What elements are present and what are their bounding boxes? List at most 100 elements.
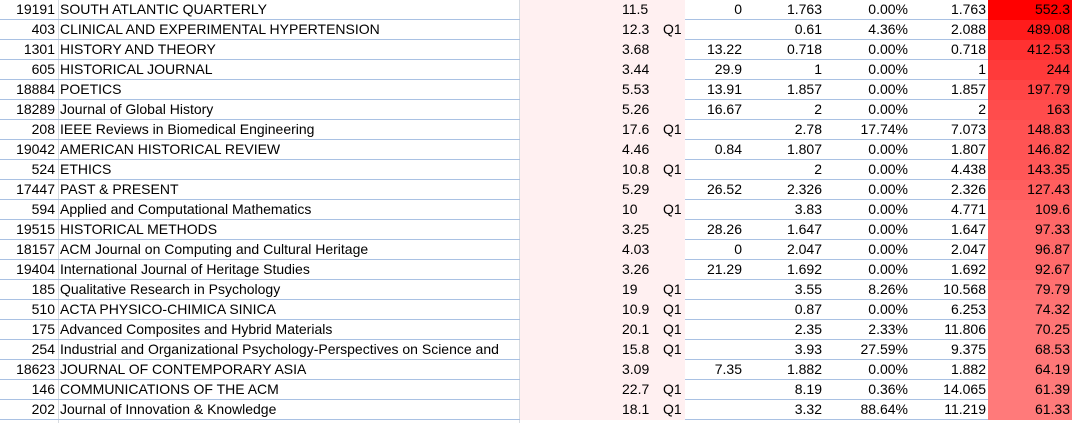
cell-id[interactable]: 1301	[0, 40, 57, 60]
cell-heat-value[interactable]: 146.82	[988, 140, 1072, 160]
cell-value-5[interactable]: 0.718	[910, 40, 988, 60]
cell-journal-name[interactable]: ETHICS	[59, 160, 519, 180]
cell-heat-value[interactable]: 64.19	[988, 360, 1072, 380]
table-row[interactable]: 605 HISTORICAL JOURNAL 3.44 29.9 1 0.00% 1 244	[0, 60, 1072, 80]
cell-impact-factor[interactable]: 22.7 Q1	[520, 380, 685, 400]
cell-percent[interactable]: 0.00%	[825, 300, 910, 320]
table-row[interactable]: 510 ACTA PHYSICO-CHIMICA SINICA 10.9 Q1 0.87…	[0, 300, 1072, 320]
cell-value-5[interactable]: 11.219	[910, 400, 988, 420]
cell-id[interactable]: 208	[0, 120, 57, 140]
table-row[interactable]: 594 Applied and Computational Mathematics…	[0, 200, 1072, 220]
cell-id[interactable]: 18623	[0, 360, 57, 380]
cell-percent[interactable]: 0.00%	[825, 60, 910, 80]
cell-value-5[interactable]: 1.882	[910, 360, 988, 380]
cell-value-5[interactable]: 1.763	[910, 0, 988, 20]
cell-value-2[interactable]: 16.67	[685, 100, 745, 120]
cell-id[interactable]: 17447	[0, 180, 57, 200]
cell-value-5[interactable]: 10.568	[910, 280, 988, 300]
cell-heat-value[interactable]: 143.35	[988, 160, 1072, 180]
table-row[interactable]: 1301 HISTORY AND THEORY 3.68 13.22 0.718 0.00…	[0, 40, 1072, 60]
table-row[interactable]: 403 CLINICAL AND EXPERIMENTAL HYPERTENSIO…	[0, 20, 1072, 40]
cell-impact-factor[interactable]: 3.26	[520, 260, 685, 280]
cell-heat-value[interactable]: 97.33	[988, 220, 1072, 240]
cell-percent[interactable]: 0.00%	[825, 140, 910, 160]
cell-journal-name[interactable]: COMMUNICATIONS OF THE ACM	[59, 380, 519, 400]
cell-impact-factor[interactable]: 5.29	[520, 180, 685, 200]
cell-value-2[interactable]: 13.91	[685, 80, 745, 100]
cell-value-3[interactable]: 3.83	[745, 200, 825, 220]
cell-impact-factor[interactable]: 19 Q1	[520, 280, 685, 300]
cell-impact-factor[interactable]: 3.25	[520, 220, 685, 240]
cell-value-5[interactable]: 6.253	[910, 300, 988, 320]
cell-percent[interactable]: 27.59%	[825, 340, 910, 360]
cell-id[interactable]: 185	[0, 280, 57, 300]
cell-value-3[interactable]: 2.78	[745, 120, 825, 140]
cell-heat-value[interactable]: 244	[988, 60, 1072, 80]
table-row[interactable]: 18884 POETICS 5.53 13.91 1.857 0.00% 1.857 197.…	[0, 80, 1072, 100]
cell-value-2[interactable]	[685, 340, 745, 360]
cell-value-2[interactable]: 29.9	[685, 60, 745, 80]
cell-value-5[interactable]: 1	[910, 60, 988, 80]
cell-heat-value[interactable]: 96.87	[988, 240, 1072, 260]
table-row[interactable]: 19404 International Journal of Heritage S…	[0, 260, 1072, 280]
table-row[interactable]: 202 Journal of Innovation & Knowledge 18.1…	[0, 400, 1072, 420]
cell-percent[interactable]: 8.26%	[825, 280, 910, 300]
cell-heat-value[interactable]: 127.43	[988, 180, 1072, 200]
cell-journal-name[interactable]: International Journal of Heritage Studie…	[59, 260, 519, 280]
cell-value-3[interactable]: 2.047	[745, 240, 825, 260]
cell-impact-factor[interactable]: 20.1 Q1	[520, 320, 685, 340]
cell-id[interactable]: 19515	[0, 220, 57, 240]
cell-journal-name[interactable]: ACTA PHYSICO-CHIMICA SINICA	[59, 300, 519, 320]
cell-value-3[interactable]: 1	[745, 60, 825, 80]
cell-journal-name[interactable]: AMERICAN HISTORICAL REVIEW	[59, 140, 519, 160]
cell-value-2[interactable]	[685, 380, 745, 400]
cell-value-3[interactable]: 3.93	[745, 340, 825, 360]
table-row[interactable]: 524 ETHICS 10.8 Q1 2 0.00% 4.438 143.35	[0, 160, 1072, 180]
cell-value-5[interactable]: 2.088	[910, 20, 988, 40]
cell-value-5[interactable]: 14.065	[910, 380, 988, 400]
table-row[interactable]: 185 Qualitative Research in Psychology 19 Q…	[0, 280, 1072, 300]
cell-impact-factor[interactable]: 10.8 Q1	[520, 160, 685, 180]
table-row[interactable]: 208 IEEE Reviews in Biomedical Engineerin…	[0, 120, 1072, 140]
cell-journal-name[interactable]: POETICS	[59, 80, 519, 100]
cell-id[interactable]: 19404	[0, 260, 57, 280]
cell-value-2[interactable]	[685, 120, 745, 140]
cell-value-5[interactable]: 2.047	[910, 240, 988, 260]
cell-value-3[interactable]: 1.763	[745, 0, 825, 20]
cell-id[interactable]: 594	[0, 200, 57, 220]
cell-value-3[interactable]: 1.647	[745, 220, 825, 240]
cell-value-2[interactable]	[685, 20, 745, 40]
cell-heat-value[interactable]: 552.3	[988, 0, 1072, 20]
cell-id[interactable]: 605	[0, 60, 57, 80]
cell-id[interactable]: 18884	[0, 80, 57, 100]
cell-heat-value[interactable]: 79.79	[988, 280, 1072, 300]
table-row[interactable]: 18289 Journal of Global History 5.26 16.67 2…	[0, 100, 1072, 120]
cell-value-3[interactable]: 0.87	[745, 300, 825, 320]
cell-journal-name[interactable]: Journal of Innovation & Knowledge	[59, 400, 519, 420]
cell-heat-value[interactable]: 68.53	[988, 340, 1072, 360]
cell-percent[interactable]: 0.00%	[825, 100, 910, 120]
cell-journal-name[interactable]: HISTORY AND THEORY	[59, 40, 519, 60]
cell-heat-value[interactable]: 61.39	[988, 380, 1072, 400]
cell-impact-factor[interactable]: 3.09	[520, 360, 685, 380]
cell-impact-factor[interactable]: 17.6 Q1	[520, 120, 685, 140]
table-row[interactable]: 254 Industrial and Organizational Psychol…	[0, 340, 1072, 360]
cell-id[interactable]: 18289	[0, 100, 57, 120]
cell-percent[interactable]: 0.00%	[825, 80, 910, 100]
cell-value-2[interactable]: 0	[685, 240, 745, 260]
cell-value-5[interactable]: 9.375	[910, 340, 988, 360]
cell-percent[interactable]: 0.00%	[825, 180, 910, 200]
cell-value-5[interactable]: 4.438	[910, 160, 988, 180]
cell-value-5[interactable]: 1.692	[910, 260, 988, 280]
cell-value-3[interactable]: 8.19	[745, 380, 825, 400]
cell-value-2[interactable]: 26.52	[685, 180, 745, 200]
cell-impact-factor[interactable]: 4.03	[520, 240, 685, 260]
cell-heat-value[interactable]: 148.83	[988, 120, 1072, 140]
cell-impact-factor[interactable]: 5.26	[520, 100, 685, 120]
cell-journal-name[interactable]: JOURNAL OF CONTEMPORARY ASIA	[59, 360, 519, 380]
cell-heat-value[interactable]: 61.33	[988, 400, 1072, 420]
cell-percent[interactable]: 0.36%	[825, 380, 910, 400]
cell-journal-name[interactable]: Journal of Global History	[59, 100, 519, 120]
cell-value-5[interactable]: 1.857	[910, 80, 988, 100]
cell-value-2[interactable]	[685, 160, 745, 180]
